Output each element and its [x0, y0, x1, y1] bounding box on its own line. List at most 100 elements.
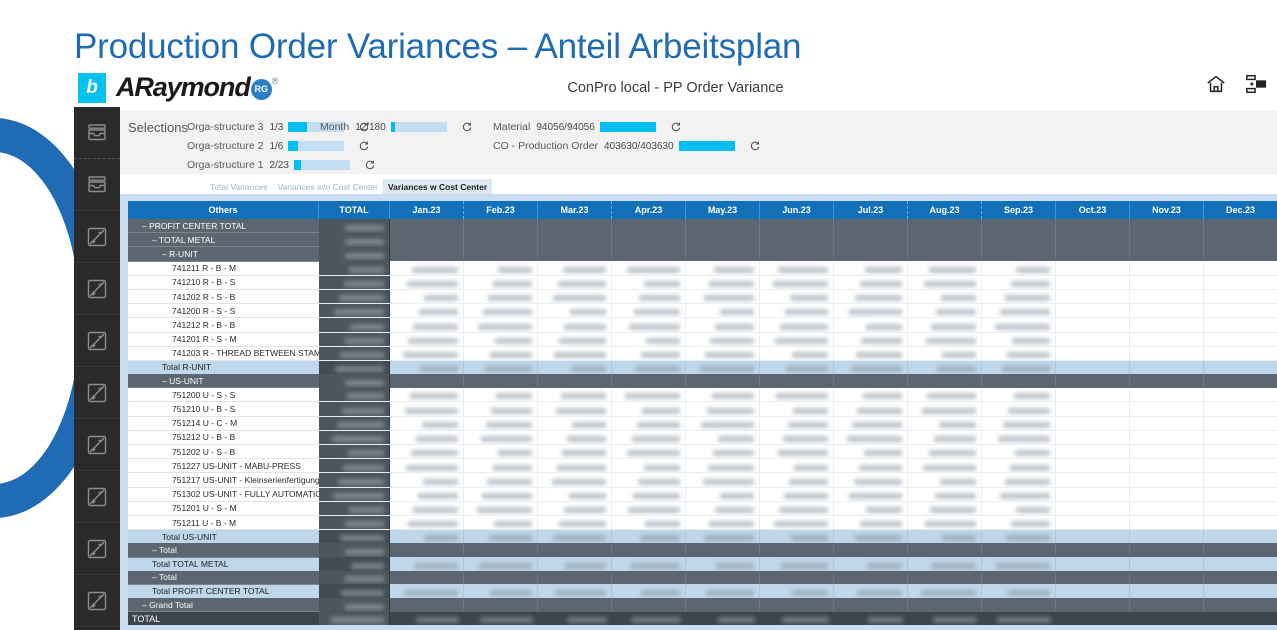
month-cell — [833, 303, 908, 319]
table-row[interactable]: 751201 U - S - M — [128, 501, 1277, 516]
rail-item-2[interactable] — [74, 211, 120, 263]
table-row[interactable]: 751212 U - B - B — [128, 430, 1277, 446]
column-header-oct-23[interactable]: Oct.23 — [1055, 201, 1130, 219]
table-row[interactable]: Total PROFIT CENTER TOTAL — [128, 584, 1277, 599]
table-row[interactable]: 741210 R - B - S — [128, 275, 1277, 290]
table-row[interactable]: 751200 U - S - S — [128, 387, 1277, 403]
month-cell — [1055, 543, 1130, 557]
month-cell — [833, 360, 908, 375]
redacted-value — [864, 450, 902, 457]
month-cell — [759, 515, 834, 531]
column-header-dec-23[interactable]: Dec.23 — [1203, 201, 1277, 219]
table-row[interactable]: 741201 R - S - M — [128, 332, 1277, 347]
table-row[interactable]: TOTAL — [128, 611, 1277, 626]
column-header-others[interactable]: Others — [128, 201, 319, 219]
rail-item-7[interactable] — [74, 471, 120, 523]
redacted-value — [779, 323, 828, 330]
table-row[interactable]: – Total — [128, 570, 1277, 585]
table-row[interactable]: 741211 R - B - M — [128, 261, 1277, 276]
rail-item-3[interactable] — [74, 263, 120, 315]
column-header-total[interactable]: TOTAL — [318, 201, 390, 219]
rail-item-0[interactable] — [74, 107, 120, 159]
table-row[interactable]: 751210 U - B - S — [128, 401, 1277, 417]
selection-reset-icon[interactable] — [742, 140, 761, 152]
home-icon[interactable] — [1205, 73, 1227, 95]
table-row[interactable]: Total US-UNIT — [128, 529, 1277, 544]
redacted-value — [497, 450, 532, 457]
table-row[interactable]: – PROFIT CENTER TOTAL — [128, 219, 1277, 234]
row-label: – PROFIT CENTER TOTAL — [128, 219, 319, 234]
selection-filter-a-2[interactable]: Orga-structure 1 2/23 — [187, 157, 376, 173]
tab-variances-w-o-cost-center[interactable]: Variances w/o Cost Center — [272, 179, 382, 194]
table-row[interactable]: 751217 US-UNIT - Kleinserienfertigung — [128, 472, 1277, 488]
redacted-value — [553, 535, 606, 542]
table-row[interactable]: 751214 U - C - M — [128, 416, 1277, 431]
table-row[interactable]: 751202 U - S - B — [128, 444, 1277, 460]
selection-reset-icon[interactable] — [351, 140, 370, 152]
month-cell — [1055, 289, 1130, 305]
selection-reset-icon[interactable] — [357, 159, 376, 171]
table-row[interactable]: 751227 US-UNIT - MABU-PRESS — [128, 458, 1277, 474]
selection-reset-icon[interactable] — [454, 121, 473, 133]
table-row[interactable]: Total TOTAL METAL — [128, 557, 1277, 571]
tab-variances-w-cost-center[interactable]: Variances w Cost Center — [382, 178, 493, 194]
column-header-may-23[interactable]: May.23 — [685, 201, 760, 219]
table-row[interactable]: Total R-UNIT — [128, 360, 1277, 375]
rail-item-6[interactable] — [74, 419, 120, 471]
table-row[interactable]: – R-UNIT — [128, 246, 1277, 262]
column-header-sep-23[interactable]: Sep.23 — [981, 201, 1056, 219]
column-header-apr-23[interactable]: Apr.23 — [611, 201, 686, 219]
month-cell — [833, 515, 908, 531]
month-cell — [611, 360, 686, 375]
month-cell — [611, 219, 686, 233]
table-row[interactable]: – US-UNIT — [128, 374, 1277, 389]
column-header-jun-23[interactable]: Jun.23 — [759, 201, 834, 219]
selection-progress-bar — [678, 141, 735, 151]
month-cell — [981, 374, 1056, 388]
column-header-feb-23[interactable]: Feb.23 — [463, 201, 538, 219]
table-row[interactable]: 741202 R - S - B — [128, 289, 1277, 305]
rail-item-5[interactable] — [74, 367, 120, 419]
month-cell — [981, 219, 1056, 233]
row-label: 751200 U - S - S — [128, 387, 319, 403]
tab-total-variances[interactable]: Total Variances — [205, 179, 272, 194]
selection-reset-icon[interactable] — [663, 121, 682, 133]
column-header-jul-23[interactable]: Jul.23 — [833, 201, 908, 219]
month-cell — [981, 430, 1056, 446]
month-cell — [1129, 557, 1204, 571]
sheet-layout-icon[interactable] — [1245, 73, 1267, 95]
rail-item-4[interactable] — [74, 315, 120, 367]
selection-filter-c-0[interactable]: Material 94056/94056 — [493, 119, 682, 135]
month-cell — [1203, 557, 1277, 571]
redacted-value — [862, 393, 902, 400]
table-row[interactable]: – TOTAL METAL — [128, 232, 1277, 248]
rail-item-1[interactable] — [74, 159, 120, 211]
selection-filter-a-1[interactable]: Orga-structure 2 1/6 — [187, 138, 370, 154]
table-row[interactable]: 741203 R - THREAD BETWEEN STAMPING — [128, 346, 1277, 361]
selection-filter-b-0[interactable]: Month 12/180 — [320, 119, 473, 135]
rail-item-8[interactable] — [74, 523, 120, 575]
row-label: 751210 U - B - S — [128, 401, 319, 417]
redacted-value — [779, 507, 828, 514]
month-cell — [1129, 472, 1204, 488]
column-header-aug-23[interactable]: Aug.23 — [907, 201, 982, 219]
table-row[interactable]: 751211 U - B - M — [128, 515, 1277, 531]
redacted-value — [942, 352, 976, 359]
report-grid-container[interactable]: Others TOTAL Jan.23 Feb.23 Mar.23 Apr.23 May.2… — [120, 194, 1277, 630]
selection-filter-c-1[interactable]: CO - Production Order 403630/403630 — [493, 138, 761, 154]
month-cell — [463, 289, 538, 305]
table-row[interactable]: 741200 R - S - S — [128, 303, 1277, 319]
column-header-mar-23[interactable]: Mar.23 — [537, 201, 612, 219]
month-cell — [537, 401, 612, 417]
column-header-nov-23[interactable]: Nov.23 — [1129, 201, 1204, 219]
redacted-value — [348, 450, 384, 457]
month-cell — [981, 584, 1056, 599]
row-label: 751302 US-UNIT - FULLY AUTOMATIC MA — [128, 487, 319, 502]
column-header-jan-23[interactable]: Jan.23 — [389, 201, 464, 219]
table-row[interactable]: 751302 US-UNIT - FULLY AUTOMATIC MA — [128, 487, 1277, 502]
month-cell — [463, 430, 538, 446]
table-row[interactable]: 741212 R - B - B — [128, 317, 1277, 333]
rail-item-9[interactable] — [74, 575, 120, 627]
table-row[interactable]: – Grand Total — [128, 598, 1277, 613]
table-row[interactable]: – Total — [128, 543, 1277, 558]
